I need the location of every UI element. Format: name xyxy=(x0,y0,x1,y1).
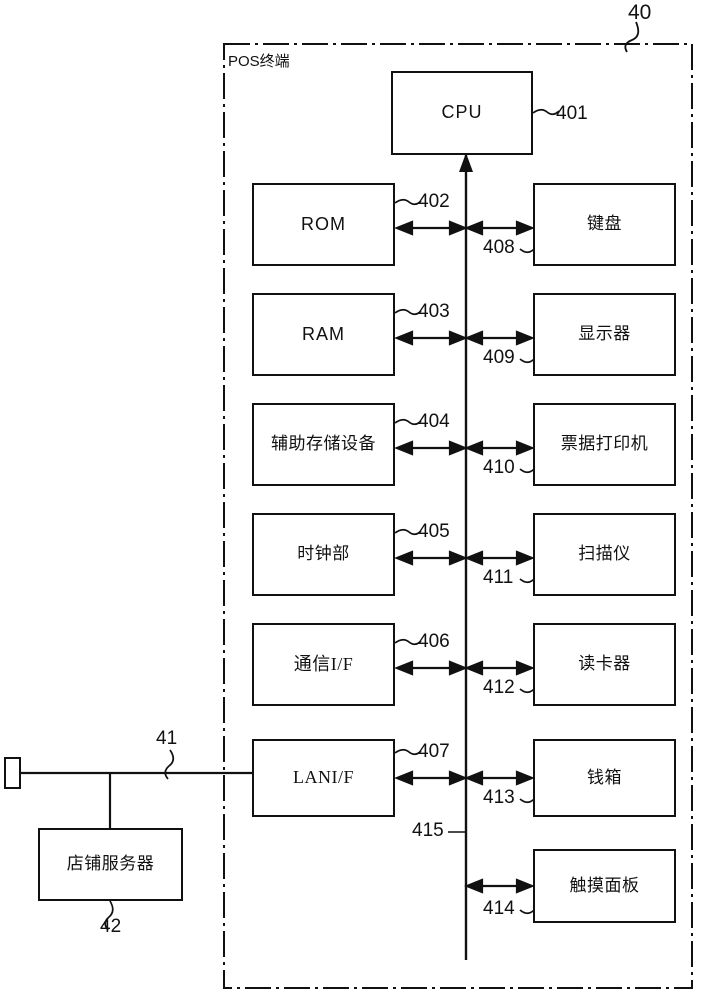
node-clock-unit[interactable]: 时钟部 xyxy=(252,513,395,596)
pos-terminal-ref: 40 xyxy=(628,1,652,24)
node-card-reader[interactable]: 读卡器 xyxy=(533,623,676,706)
ref-cash-drawer: 413 xyxy=(483,787,515,808)
node-receipt-printer-label: 票据打印机 xyxy=(560,434,649,454)
ref-communication-interface: 406 xyxy=(418,631,450,652)
ref-lan-cable: 41 xyxy=(156,728,178,749)
node-cash-drawer[interactable]: 钱箱 xyxy=(533,739,676,817)
ref-scanner: 411 xyxy=(483,567,514,588)
ref-cpu: 401 xyxy=(556,103,588,124)
ref-card-reader: 412 xyxy=(483,677,515,698)
node-display-label: 显示器 xyxy=(578,324,631,344)
node-store-server-label: 店铺服务器 xyxy=(66,854,155,874)
node-store-server[interactable]: 店铺服务器 xyxy=(38,828,183,901)
node-cpu[interactable]: CPU xyxy=(391,71,533,155)
ref-ram: 403 xyxy=(418,301,450,322)
node-cash-drawer-label: 钱箱 xyxy=(587,767,622,787)
node-ram[interactable]: RAM xyxy=(252,293,395,376)
node-scanner[interactable]: 扫描仪 xyxy=(533,513,676,596)
node-rom[interactable]: ROM xyxy=(252,183,395,266)
ref-display: 409 xyxy=(483,347,515,368)
figure-canvas: POS终端 40 CPU 401 ROM 402 RAM 403 辅助存储设备 … xyxy=(0,0,706,1000)
node-keyboard[interactable]: 键盘 xyxy=(533,183,676,266)
node-scanner-label: 扫描仪 xyxy=(578,544,631,564)
lan-cable xyxy=(20,771,252,828)
lan-ref-leader xyxy=(164,749,175,780)
node-touch-panel-label: 触摸面板 xyxy=(569,875,640,895)
ref-receipt-printer: 410 xyxy=(483,457,515,478)
node-auxiliary-storage[interactable]: 辅助存储设备 xyxy=(252,403,395,486)
node-rom-label: ROM xyxy=(301,213,346,234)
ref-keyboard: 408 xyxy=(483,237,515,258)
node-auxiliary-storage-label: 辅助存储设备 xyxy=(271,434,376,454)
node-touch-panel[interactable]: 触摸面板 xyxy=(533,849,676,923)
ref-clock-unit: 405 xyxy=(418,521,450,542)
ref-auxiliary-storage: 404 xyxy=(418,411,450,432)
node-card-reader-label: 读卡器 xyxy=(578,654,631,674)
node-communication-interface[interactable]: 通信I/F xyxy=(252,623,395,706)
node-keyboard-label: 键盘 xyxy=(587,214,622,234)
node-cpu-label: CPU xyxy=(441,102,483,123)
node-lan-interface-label: LANI/F xyxy=(293,767,354,788)
ref-touch-panel: 414 xyxy=(483,898,515,919)
ref-system-bus: 415 xyxy=(412,820,444,841)
ref-store-server: 42 xyxy=(100,916,122,937)
node-lan-interface[interactable]: LANI/F xyxy=(252,739,395,817)
node-clock-unit-label: 时钟部 xyxy=(297,544,350,564)
node-receipt-printer[interactable]: 票据打印机 xyxy=(533,403,676,486)
ref-rom: 402 xyxy=(418,191,450,212)
lan-connector-plug xyxy=(4,757,21,789)
enclosure-ref-leader xyxy=(624,21,640,53)
pos-terminal-label: POS终端 xyxy=(228,53,290,70)
node-communication-interface-label: 通信I/F xyxy=(293,653,354,674)
bus-arrowhead-to-cpu xyxy=(459,153,473,172)
node-ram-label: RAM xyxy=(302,323,345,344)
node-display[interactable]: 显示器 xyxy=(533,293,676,376)
ref-lan-interface: 407 xyxy=(418,741,450,762)
